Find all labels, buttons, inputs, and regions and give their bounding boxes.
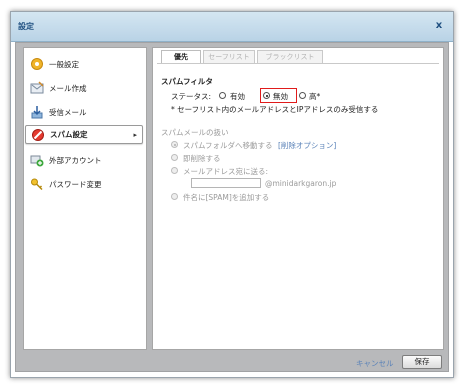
spam-filter-heading: スパムフィルタ: [161, 77, 213, 86]
settings-sidebar: 一般設定 メール作成 受信メール スパム設定 ▸ 外部アカウント パスワード変更: [23, 47, 147, 350]
dialog-body: 一般設定 メール作成 受信メール スパム設定 ▸ 外部アカウント パスワード変更…: [15, 42, 449, 372]
chevron-right-icon: ▸: [133, 131, 137, 139]
sidebar-item-general[interactable]: 一般設定: [25, 54, 145, 74]
status-label: ステータス:: [171, 92, 212, 101]
gear-icon: [30, 57, 44, 71]
prefix-subject-label: 件名に[SPAM]を追加する: [183, 193, 270, 202]
spam-handling-heading: スパムメールの扱い: [161, 128, 229, 137]
delete-options-link[interactable]: [削除オプション]: [278, 140, 336, 151]
sidebar-item-label: 受信メール: [49, 107, 87, 117]
radio-delete-now[interactable]: [171, 154, 178, 161]
sidebar-item-label: パスワード変更: [49, 179, 102, 189]
sidebar-item-incoming[interactable]: 受信メール: [25, 102, 145, 122]
sidebar-item-password[interactable]: パスワード変更: [25, 174, 145, 194]
forward-domain: @minidarkgaron.jp: [265, 179, 337, 188]
compose-icon: [30, 81, 44, 95]
tab-priority[interactable]: 優先: [161, 50, 201, 63]
delete-now-label: 即削除する: [183, 154, 221, 163]
close-icon[interactable]: x: [433, 20, 445, 32]
no-entry-icon: [31, 128, 45, 142]
sidebar-item-label: メール作成: [49, 83, 87, 93]
sidebar-item-spam[interactable]: スパム設定 ▸: [25, 125, 143, 144]
sidebar-item-external-account[interactable]: 外部アカウント: [25, 150, 145, 170]
sidebar-item-label: 外部アカウント: [49, 155, 102, 165]
forward-address-input[interactable]: [191, 178, 261, 188]
add-account-icon: [30, 153, 44, 167]
radio-enabled[interactable]: [219, 92, 226, 99]
spam-settings-panel: 優先 セーフリスト ブラックリスト スパムフィルタ ステータス: 有効 無効 高…: [152, 47, 444, 350]
move-to-spam-label: スパムフォルダへ移動する: [183, 141, 273, 150]
radio-disabled[interactable]: [263, 92, 270, 99]
sidebar-item-label: スパム設定: [50, 130, 88, 139]
radio-high[interactable]: [299, 92, 306, 99]
radio-move-to-spam[interactable]: [171, 141, 178, 148]
tab-blacklist[interactable]: ブラックリスト: [257, 50, 323, 63]
radio-high-label: 高*: [309, 92, 321, 101]
dialog-titlebar: 設定 x: [11, 12, 453, 42]
sidebar-item-label: 一般設定: [49, 59, 79, 69]
key-icon: [30, 177, 44, 191]
dialog-title: 設定: [18, 22, 34, 31]
inbox-download-icon: [30, 105, 44, 119]
radio-forward[interactable]: [171, 167, 178, 174]
cancel-button[interactable]: キャンセル: [356, 358, 394, 369]
sidebar-item-compose[interactable]: メール作成: [25, 78, 145, 98]
radio-prefix-subject[interactable]: [171, 193, 178, 200]
tab-divider: [157, 63, 439, 64]
tab-safelist[interactable]: セーフリスト: [203, 50, 255, 63]
radio-disabled-label: 無効: [273, 92, 288, 101]
settings-dialog: 設定 x 一般設定 メール作成 受信メール スパム設定 ▸ 外部アカウント パス…: [10, 11, 454, 378]
radio-enabled-label: 有効: [230, 92, 245, 101]
forward-label: メールアドレス宛に送る:: [183, 167, 269, 176]
save-button[interactable]: 保存: [402, 355, 442, 369]
spam-filter-note: * セーフリスト内のメールアドレスとIPアドレスのみ受信する: [171, 105, 379, 114]
